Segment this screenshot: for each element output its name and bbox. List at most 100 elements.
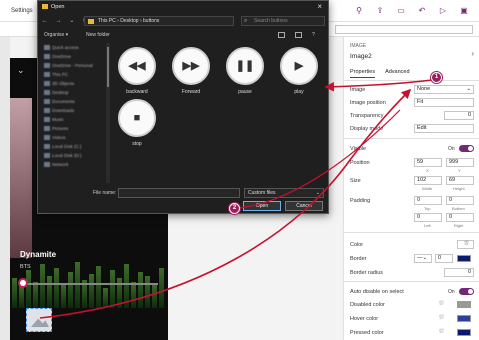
nav-item[interactable]: OneDrive - Personal bbox=[42, 61, 104, 70]
border-width-value: 0 bbox=[438, 255, 442, 261]
navigation-pane: Quick access OneDrive OneDrive - Persona… bbox=[42, 43, 104, 183]
padding-bottom-caption: Bottom bbox=[452, 206, 465, 211]
address-bar[interactable]: This PC › Desktop › buttons bbox=[84, 16, 234, 26]
size-height-input[interactable]: 69 bbox=[446, 176, 474, 185]
tab-advanced[interactable]: Advanced bbox=[385, 69, 409, 78]
nav-item[interactable]: Videos bbox=[42, 133, 104, 142]
file-type-value: Custom files bbox=[248, 190, 276, 196]
border-width-input[interactable]: 0 bbox=[435, 254, 453, 263]
disabled-color-swatch[interactable] bbox=[457, 301, 471, 308]
display-mode-dropdown[interactable]: Edit bbox=[414, 124, 474, 133]
file-label: backward bbox=[126, 89, 148, 95]
nav-item[interactable]: Network bbox=[42, 160, 104, 169]
nav-scrollbar[interactable] bbox=[106, 43, 110, 183]
new-folder-button[interactable]: New folder bbox=[86, 32, 110, 38]
step-marker-1: 1 bbox=[431, 72, 442, 83]
border-radius-value: 0 bbox=[467, 269, 471, 275]
preview-pane-icon[interactable] bbox=[295, 32, 302, 38]
position-label: Position bbox=[350, 160, 370, 166]
file-item-pause[interactable]: ❚❚ pause bbox=[220, 45, 270, 101]
visible-toggle[interactable] bbox=[459, 145, 474, 152]
nav-item[interactable]: Music bbox=[42, 115, 104, 124]
formula-input[interactable] bbox=[335, 25, 473, 34]
stop-icon: ■ bbox=[118, 99, 156, 137]
file-type-dropdown[interactable]: Custom files ⌄ bbox=[244, 188, 324, 198]
pressed-color-swatch[interactable] bbox=[457, 329, 471, 336]
nav-item[interactable]: Downloads bbox=[42, 106, 104, 115]
tab-properties[interactable]: Properties bbox=[350, 69, 376, 78]
nav-item[interactable]: Desktop bbox=[42, 88, 104, 97]
image-position-dropdown[interactable]: Fit bbox=[414, 98, 474, 107]
app-checker-icon[interactable]: ⚲ bbox=[354, 6, 364, 16]
chevron-right-icon[interactable]: › bbox=[471, 49, 474, 58]
disabled-color-label: Disabled color bbox=[350, 302, 385, 308]
file-label: play bbox=[294, 89, 304, 95]
file-item-backward[interactable]: ◀◀ backward bbox=[112, 45, 162, 101]
nav-item[interactable]: This PC bbox=[42, 70, 104, 79]
paint-bucket-icon[interactable]: ⛆ bbox=[439, 301, 444, 308]
app-title: Settings bbox=[11, 8, 33, 14]
image-position-label: Image position bbox=[350, 100, 386, 106]
file-name-row: File name: Custom files ⌄ bbox=[38, 187, 328, 199]
color-picker-button[interactable]: ⛆ bbox=[457, 240, 474, 249]
play-preview-icon[interactable]: ▷ bbox=[438, 6, 448, 16]
cancel-button[interactable]: Cancel bbox=[285, 201, 323, 211]
hover-color-swatch[interactable] bbox=[457, 315, 471, 322]
step-marker-2: 2 bbox=[229, 203, 240, 214]
image-control[interactable] bbox=[26, 308, 52, 332]
divider bbox=[344, 138, 479, 139]
comment-icon[interactable]: ▭ bbox=[396, 6, 406, 16]
organise-button[interactable]: Organise ▾ bbox=[44, 32, 68, 38]
file-name-label: File name: bbox=[93, 190, 117, 196]
nav-arrows-icon[interactable]: ← → ⌄ ↑ bbox=[42, 17, 88, 24]
nav-item[interactable]: Local Disk (D:) bbox=[42, 151, 104, 160]
search-input[interactable]: ⌕ Search buttons bbox=[241, 16, 325, 26]
padding-label: Padding bbox=[350, 198, 371, 204]
border-color-swatch[interactable] bbox=[457, 255, 471, 262]
file-name-input[interactable] bbox=[118, 188, 240, 198]
padding-left-input[interactable]: 0 bbox=[414, 213, 442, 222]
border-radius-input[interactable]: 0 bbox=[444, 268, 474, 277]
file-item-stop[interactable]: ■ stop bbox=[112, 97, 162, 153]
divider bbox=[344, 80, 479, 81]
image-position-value: Fit bbox=[417, 99, 424, 105]
folder-icon bbox=[88, 19, 94, 24]
open-button[interactable]: Open bbox=[243, 201, 281, 211]
view-options-icon[interactable] bbox=[278, 32, 285, 38]
chevron-down-icon[interactable]: ⌄ bbox=[17, 65, 25, 76]
padding-bottom-input[interactable]: 0 bbox=[446, 196, 474, 205]
paint-bucket-icon[interactable]: ⛆ bbox=[439, 315, 444, 322]
nav-item[interactable]: Pictures bbox=[42, 124, 104, 133]
file-item-play[interactable]: ▶ play bbox=[274, 45, 324, 101]
nav-item[interactable]: Documents bbox=[42, 97, 104, 106]
padding-right-input[interactable]: 0 bbox=[446, 213, 474, 222]
file-item-forward[interactable]: ▶▶ Forward bbox=[166, 45, 216, 101]
paint-bucket-icon[interactable]: ⛆ bbox=[439, 329, 444, 336]
size-label: Size bbox=[350, 178, 361, 184]
transparency-input[interactable]: 0 bbox=[444, 111, 474, 120]
nav-item[interactable]: Local Disk (C:) bbox=[42, 142, 104, 151]
help-icon[interactable]: ? bbox=[312, 32, 315, 38]
auto-disable-toggle[interactable] bbox=[459, 288, 474, 295]
padding-top-input[interactable]: 0 bbox=[414, 196, 442, 205]
progress-slider[interactable] bbox=[22, 283, 158, 285]
border-radius-label: Border radius bbox=[350, 270, 384, 276]
save-icon[interactable]: ▣ bbox=[459, 6, 469, 16]
search-placeholder: Search buttons bbox=[254, 18, 288, 24]
position-x-value: 59 bbox=[417, 159, 424, 165]
nav-item[interactable]: 3D Objects bbox=[42, 79, 104, 88]
color-label: Color bbox=[350, 242, 364, 248]
image-dropdown[interactable]: None ⌄ bbox=[414, 85, 474, 94]
border-style-dropdown[interactable]: —⌄ bbox=[414, 254, 432, 263]
undo-icon[interactable]: ↶ bbox=[417, 6, 427, 16]
song-title: Dynamite bbox=[20, 250, 57, 259]
slider-knob[interactable] bbox=[18, 278, 28, 288]
nav-item[interactable]: Quick access bbox=[42, 43, 104, 52]
visible-label: Visible bbox=[350, 146, 367, 152]
share-icon[interactable]: ⇪ bbox=[375, 6, 385, 16]
nav-item[interactable]: OneDrive bbox=[42, 52, 104, 61]
position-y-input[interactable]: 999 bbox=[446, 158, 474, 167]
size-width-input[interactable]: 102 bbox=[414, 176, 442, 185]
close-icon[interactable]: × bbox=[317, 2, 322, 11]
position-x-input[interactable]: 59 bbox=[414, 158, 442, 167]
